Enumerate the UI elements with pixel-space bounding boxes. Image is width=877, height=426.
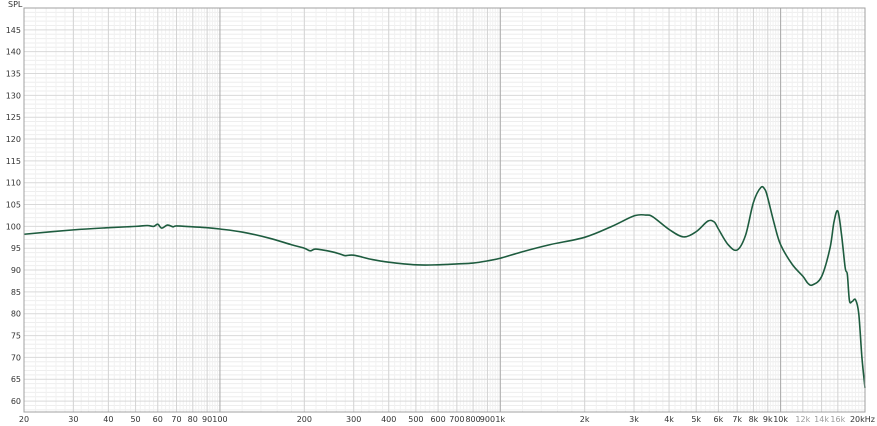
x-tick-label: 50 [130, 415, 140, 424]
y-tick-label: 130 [6, 91, 21, 100]
y-tick-label: 125 [6, 113, 21, 122]
y-tick-label: 70 [11, 353, 21, 362]
x-tick-label: 90 [202, 415, 212, 424]
y-tick-label: 115 [6, 157, 21, 166]
y-tick-label: 90 [11, 266, 21, 275]
x-tick-label: 40 [103, 415, 113, 424]
x-tick-label: 500 [408, 415, 423, 424]
x-tick-label: 5k [691, 415, 701, 424]
x-tick-label: 400 [381, 415, 396, 424]
frequency-response-chart: 60 65 70 75 80 85 90 95 100 105 110 115 120 125 130 135… [0, 0, 877, 426]
y-axis-label: SPL [8, 0, 23, 9]
x-tick-label: 12k [795, 415, 810, 424]
y-tick-label: 60 [11, 397, 21, 406]
x-tick-label: 14k [814, 415, 829, 424]
y-tick-label: 100 [6, 222, 21, 231]
x-tick-label: 3k [629, 415, 639, 424]
x-tick-label: 700 [449, 415, 464, 424]
x-tick-label: 600 [430, 415, 445, 424]
x-tick-label: 100 [212, 415, 227, 424]
y-tick-label: 140 [6, 48, 21, 57]
y-tick-label: 85 [11, 288, 21, 297]
x-tick-label: 30 [68, 415, 78, 424]
x-tick-label: 200 [297, 415, 312, 424]
y-tick-label: 95 [11, 244, 21, 253]
x-tick-label: 60 [153, 415, 163, 424]
x-tick-label: 900 [480, 415, 495, 424]
x-tick-label: 80 [188, 415, 198, 424]
x-tick-label: 7k [732, 415, 742, 424]
y-tick-label: 110 [6, 179, 21, 188]
y-tick-label: 145 [6, 26, 21, 35]
x-tick-label: 16k [830, 415, 845, 424]
y-tick-label: 135 [6, 70, 21, 79]
x-tick-label: 10k [773, 415, 788, 424]
x-tick-label: 70 [171, 415, 181, 424]
x-tick-label: 2k [580, 415, 590, 424]
x-tick-label: 800 [465, 415, 480, 424]
y-tick-label: 75 [11, 332, 21, 341]
x-tick-label: 6k [714, 415, 724, 424]
y-tick-label: 80 [11, 310, 21, 319]
y-tick-label: 120 [6, 135, 21, 144]
x-tick-label: 8k [749, 415, 759, 424]
x-tick-label: 20kHz [850, 415, 875, 424]
y-tick-label: 105 [6, 201, 21, 210]
x-tick-label: 300 [346, 415, 361, 424]
x-tick-label: 1k [495, 415, 505, 424]
x-tick-label: 9k [763, 415, 773, 424]
y-tick-label: 65 [11, 375, 21, 384]
x-tick-label: 4k [664, 415, 674, 424]
x-tick-label: 20 [19, 415, 29, 424]
